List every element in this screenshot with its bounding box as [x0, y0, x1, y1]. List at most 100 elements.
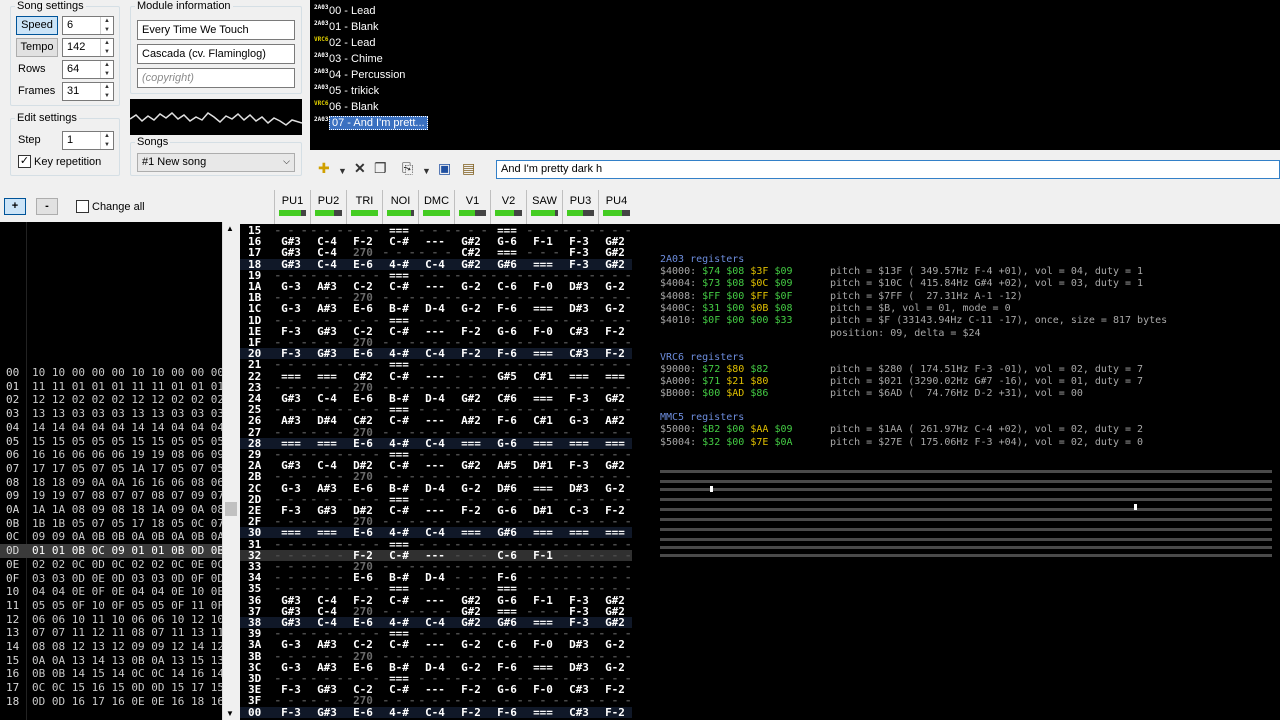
pattern-row[interactable]: 2C G-3 A#3 E-6 B-# D-4 G-2 D#6 === D#3 G-2: [240, 483, 632, 494]
channel-pu3[interactable]: PU3: [562, 190, 598, 224]
note-cell[interactable]: D-4: [418, 303, 452, 314]
note-cell[interactable]: C#1: [526, 415, 560, 426]
note-cell[interactable]: - - -: [310, 427, 344, 438]
checkbox-box[interactable]: [76, 200, 89, 213]
frame-patterns[interactable]: 0D 0D 16 17 16 0E 0E 16 18 16: [32, 695, 222, 709]
note-cell[interactable]: E-6: [346, 527, 380, 538]
note-cell[interactable]: - - -: [490, 695, 524, 706]
note-cell[interactable]: G#2: [598, 247, 632, 258]
note-cell[interactable]: F-3: [562, 247, 596, 258]
note-cell[interactable]: G#5: [490, 371, 524, 382]
note-cell[interactable]: - - -: [598, 471, 632, 482]
frame-patterns[interactable]: 17 17 05 07 05 1A 17 05 07 05: [32, 462, 222, 476]
note-cell[interactable]: - - -: [382, 695, 416, 706]
note-cell[interactable]: ===: [598, 371, 632, 382]
note-cell[interactable]: C-4: [418, 527, 452, 538]
frame-row[interactable]: 06 16 16 06 06 06 19 19 08 06 09: [0, 448, 222, 462]
frame-row[interactable]: 10 04 04 0E 0F 0E 04 04 0E 10 0E: [0, 585, 222, 599]
instrument-item[interactable]: VRC6 06 - Blank: [314, 99, 379, 115]
frame-row[interactable]: 02 12 12 02 02 02 12 12 02 02 02: [0, 393, 222, 407]
frame-patterns[interactable]: 01 01 0B 0C 09 01 01 0B 0D 0B: [32, 544, 222, 558]
note-cell[interactable]: F-2: [598, 707, 632, 718]
note-cell[interactable]: E-6: [346, 259, 380, 270]
note-cell[interactable]: G#3: [274, 247, 308, 258]
down-arrow-icon[interactable]: ▼: [101, 92, 113, 101]
frame-patterns[interactable]: 10 10 00 00 00 10 10 00 00 00: [32, 366, 222, 380]
instrument-item[interactable]: 2A03 07 - And I'm prett...: [314, 115, 428, 131]
instrument-item[interactable]: 2A03 00 - Lead: [314, 3, 375, 19]
pattern-row[interactable]: 22 === === C#2 C-# --- - - - G#5 C#1 === ===: [240, 371, 632, 382]
note-cell[interactable]: - - -: [490, 539, 524, 550]
pattern-row[interactable]: 1C G-3 A#3 E-6 B-# D-4 G-2 F-6 === D#3 G-2: [240, 303, 632, 314]
note-cell[interactable]: G-3: [274, 639, 308, 650]
frame-patterns[interactable]: 06 06 10 11 10 06 06 10 12 10: [32, 613, 222, 627]
note-cell[interactable]: ---: [418, 639, 452, 650]
pattern-row[interactable]: 26 A#3 D#4 C#2 C-# --- A#2 F-6 C#1 G-3 A#2: [240, 415, 632, 426]
frame-patterns[interactable]: 13 13 03 03 03 13 13 03 03 03: [32, 407, 222, 421]
note-cell[interactable]: - - -: [562, 651, 596, 662]
instrument-name-input[interactable]: And I'm pretty dark h: [496, 160, 1280, 179]
up-arrow-icon[interactable]: ▲: [101, 83, 113, 92]
frame-row[interactable]: 0B 1B 1B 05 07 05 17 18 05 0C 07: [0, 517, 222, 531]
note-cell[interactable]: F-2: [346, 595, 380, 606]
pattern-rows[interactable]: 15- - -- - -- - - === - - -- - - === - - -- …: [240, 224, 632, 720]
frames-value[interactable]: 31: [63, 83, 100, 100]
song-select-value[interactable]: #1 New song: [142, 156, 206, 168]
frame-row[interactable]: 15 0A 0A 13 14 13 0B 0A 13 15 13: [0, 654, 222, 668]
note-cell[interactable]: ---: [418, 595, 452, 606]
note-cell[interactable]: ===: [562, 527, 596, 538]
note-cell[interactable]: - - -: [562, 427, 596, 438]
frame-row[interactable]: 0F 03 03 0D 0E 0D 03 03 0D 0F 0D: [0, 572, 222, 586]
note-cell[interactable]: 270: [346, 471, 380, 482]
note-cell[interactable]: 270: [346, 695, 380, 706]
note-cell[interactable]: - - -: [562, 539, 596, 550]
note-cell[interactable]: - - -: [598, 583, 632, 594]
note-cell[interactable]: C-6: [490, 639, 524, 650]
note-cell[interactable]: - - -: [274, 471, 308, 482]
note-cell[interactable]: ===: [382, 583, 416, 594]
note-cell[interactable]: F-2: [454, 707, 488, 718]
note-cell[interactable]: G#2: [454, 595, 488, 606]
up-arrow-icon[interactable]: ▲: [101, 39, 113, 48]
pattern-row[interactable]: 27- - -- - -270- - -- - -- - -- - -- - -…: [240, 427, 632, 438]
note-cell[interactable]: ===: [454, 527, 488, 538]
pattern-row[interactable]: 3A G-3 A#3 C-2 C-# --- G-2 C-6 F-0 D#3 G-2: [240, 639, 632, 650]
note-cell[interactable]: - - -: [310, 539, 344, 550]
note-cell[interactable]: - - -: [310, 583, 344, 594]
note-cell[interactable]: ===: [526, 483, 560, 494]
add-frame-button[interactable]: +: [4, 198, 26, 215]
note-cell[interactable]: ===: [382, 315, 416, 326]
frame-patterns[interactable]: 0A 0A 13 14 13 0B 0A 13 15 13: [32, 654, 222, 668]
note-cell[interactable]: C-4: [310, 259, 344, 270]
new-instrument-icon[interactable]: ✚: [318, 160, 330, 176]
note-cell[interactable]: E-6: [346, 483, 380, 494]
remove-frame-button[interactable]: -: [36, 198, 58, 215]
note-cell[interactable]: E-6: [346, 707, 380, 718]
frame-scrollbar[interactable]: ▲ ▼: [222, 222, 238, 720]
channel-v1[interactable]: V1: [454, 190, 490, 224]
note-cell[interactable]: F-6: [490, 707, 524, 718]
down-arrow-icon[interactable]: ▼: [101, 70, 113, 79]
note-cell[interactable]: - - -: [346, 539, 380, 550]
speed-value[interactable]: 6: [63, 17, 100, 34]
step-value[interactable]: 1: [63, 132, 100, 149]
note-cell[interactable]: G#3: [274, 595, 308, 606]
note-cell[interactable]: - - -: [454, 583, 488, 594]
pattern-row[interactable]: 31- - -- - -- - - === - - -- - -- - -- - -…: [240, 539, 632, 550]
instrument-list[interactable]: 2A03 00 - Lead 2A03 01 - Blank VRC6 02 - Lead…: [310, 0, 1280, 150]
note-cell[interactable]: D#3: [562, 483, 596, 494]
channel-pu4[interactable]: PU4: [598, 190, 634, 224]
note-cell[interactable]: - - -: [346, 359, 380, 370]
frame-row[interactable]: 00 10 10 00 00 00 10 10 00 00 00: [0, 366, 222, 380]
note-cell[interactable]: A#3: [310, 639, 344, 650]
channel-pu1[interactable]: PU1: [274, 190, 310, 224]
note-cell[interactable]: - - -: [454, 427, 488, 438]
note-cell[interactable]: - - -: [526, 471, 560, 482]
note-cell[interactable]: ===: [274, 527, 308, 538]
note-cell[interactable]: F-3: [562, 595, 596, 606]
note-cell[interactable]: - - -: [454, 539, 488, 550]
note-cell[interactable]: G-2: [598, 639, 632, 650]
note-cell[interactable]: - - -: [382, 651, 416, 662]
note-cell[interactable]: - - -: [598, 651, 632, 662]
note-cell[interactable]: G-3: [274, 483, 308, 494]
